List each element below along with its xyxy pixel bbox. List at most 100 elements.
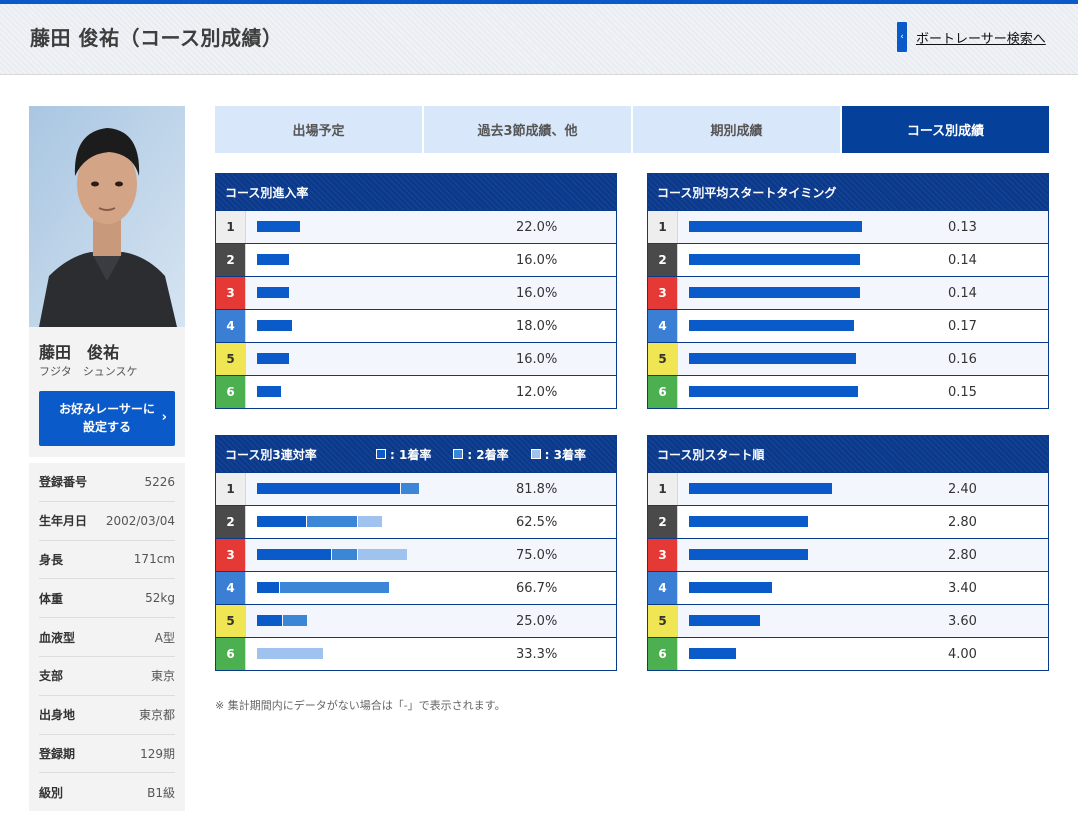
info-row: 出身地 東京都: [39, 696, 175, 735]
first-place-bar: [257, 582, 279, 593]
tab-term-results[interactable]: 期別成績: [633, 106, 840, 153]
bar-area: [246, 506, 486, 538]
table-row: 1 81.8%: [216, 472, 616, 505]
lane-number: 4: [648, 310, 678, 342]
bar-area: [678, 572, 918, 604]
first-place-bar: [257, 549, 331, 560]
table-row: 4 66.7%: [216, 571, 616, 604]
lane-number: 1: [648, 473, 678, 505]
lane-number: 2: [216, 506, 246, 538]
value-text: 33.3%: [516, 646, 558, 662]
info-row: 登録期 129期: [39, 735, 175, 774]
info-row: 血液型 A型: [39, 618, 175, 657]
info-label: 生年月日: [39, 514, 88, 529]
bar-area: [678, 376, 918, 408]
table-row: 3 2.80: [648, 538, 1048, 571]
bar-area: [678, 506, 918, 538]
bar-area: [246, 605, 486, 637]
lane-number: 1: [216, 473, 246, 505]
racer-search-link-label[interactable]: ボートレーサー検索へ: [916, 28, 1046, 47]
lane-number: 5: [216, 343, 246, 375]
lane-number: 1: [216, 211, 246, 243]
racer-name: 藤田 俊祐: [39, 343, 120, 362]
start-timing-bar: [689, 353, 856, 364]
legend-first-label: : 1着率: [390, 447, 432, 462]
entry-rate-bar: [257, 386, 281, 397]
tab-course-results[interactable]: コース別成績: [842, 106, 1049, 153]
racer-profile-card: 藤田 俊祐 フジタ シュンスケ お好みレーサーに 設定する ›: [29, 327, 185, 457]
info-row: 生年月日 2002/03/04: [39, 502, 175, 541]
start-order-bar: [689, 483, 832, 494]
value-text: 0.13: [948, 219, 977, 235]
second-place-bar: [279, 582, 390, 593]
second-place-bar: [331, 549, 357, 560]
info-row: 身長 171cm: [39, 541, 175, 580]
bar-area: [678, 473, 918, 505]
legend-second-swatch: [453, 449, 464, 459]
table-row: 1 0.13: [648, 210, 1048, 243]
start-order-bar: [689, 648, 736, 659]
top3-rate-title: コース別3連対率: [225, 447, 317, 462]
value-text: 22.0%: [516, 219, 558, 235]
table-row: 3 16.0%: [216, 276, 616, 309]
start-order-bar: [689, 516, 808, 527]
entry-rate-bar: [257, 320, 293, 331]
tab-recent-results[interactable]: 過去3節成績、他: [424, 106, 631, 153]
bar-area: [678, 211, 918, 243]
table-row: 1 22.0%: [216, 210, 616, 243]
value-text: 75.0%: [516, 547, 558, 563]
value-text: 16.0%: [516, 252, 558, 268]
info-row: 級別 B1級: [39, 773, 175, 812]
first-place-bar: [257, 483, 401, 494]
set-favorite-racer-button[interactable]: お好みレーサーに 設定する ›: [39, 391, 175, 446]
table-row: 4 3.40: [648, 571, 1048, 604]
table-row: 2 16.0%: [216, 243, 616, 276]
table-row: 4 0.17: [648, 309, 1048, 342]
table-row: 4 18.0%: [216, 309, 616, 342]
info-label: 級別: [39, 786, 64, 801]
tab-entry-schedule[interactable]: 出場予定: [215, 106, 422, 153]
bar-area: [246, 473, 486, 505]
start-timing-bar: [689, 320, 854, 331]
table-row: 5 0.16: [648, 342, 1048, 375]
legend-first: : 1着率: [376, 446, 431, 463]
lane-number: 6: [216, 376, 246, 408]
table-row: 3 75.0%: [216, 538, 616, 571]
fav-button-line2: 設定する: [82, 420, 131, 434]
racer-name-kana: フジタ シュンスケ: [39, 365, 138, 378]
legend-third-swatch: [530, 449, 541, 459]
lane-number: 5: [648, 605, 678, 637]
table-row: 2 2.80: [648, 505, 1048, 538]
table-row: 2 0.14: [648, 243, 1048, 276]
info-value: 5226: [144, 474, 175, 489]
info-value: 171cm: [133, 552, 175, 567]
bar-area: [678, 310, 918, 342]
bar-area: [246, 244, 486, 276]
info-label: 体重: [39, 591, 64, 606]
bar-area: [246, 310, 486, 342]
info-label: 身長: [39, 552, 64, 567]
value-text: 18.0%: [516, 318, 558, 334]
page-header: 藤田 俊祐（コース別成績） ‹ ボートレーサー検索へ: [0, 4, 1078, 75]
info-label: 血液型: [39, 630, 76, 645]
bar-area: [678, 605, 918, 637]
table-row: 1 2.40: [648, 472, 1048, 505]
value-text: 0.14: [948, 285, 977, 301]
second-place-bar: [401, 483, 420, 494]
second-place-bar: [282, 615, 308, 626]
chevron-right-icon: ›: [161, 410, 167, 425]
bar-area: [678, 539, 918, 571]
start-order-table: コース別スタート順 1 2.40 2 2.80 3 2.80 4 3.40 5 3.60 6 4.00: [647, 435, 1049, 671]
entry-rate-bar: [257, 287, 289, 298]
value-text: 66.7%: [516, 580, 558, 596]
info-value: B1級: [147, 786, 175, 801]
start-timing-title: コース別平均スタートタイミング: [648, 174, 1048, 210]
bar-area: [246, 638, 486, 670]
table-row: 3 0.14: [648, 276, 1048, 309]
start-timing-bar: [689, 386, 858, 397]
top3-rate-header: コース別3連対率 : 1着率 : 2着率 : 3着率: [216, 436, 616, 472]
lane-number: 5: [216, 605, 246, 637]
racer-search-link[interactable]: ‹ ボートレーサー検索へ: [897, 22, 1046, 52]
start-timing-table: コース別平均スタートタイミング 1 0.13 2 0.14 3 0.14 4 0.17 5 0.1…: [647, 173, 1049, 409]
value-text: 0.17: [948, 318, 977, 334]
